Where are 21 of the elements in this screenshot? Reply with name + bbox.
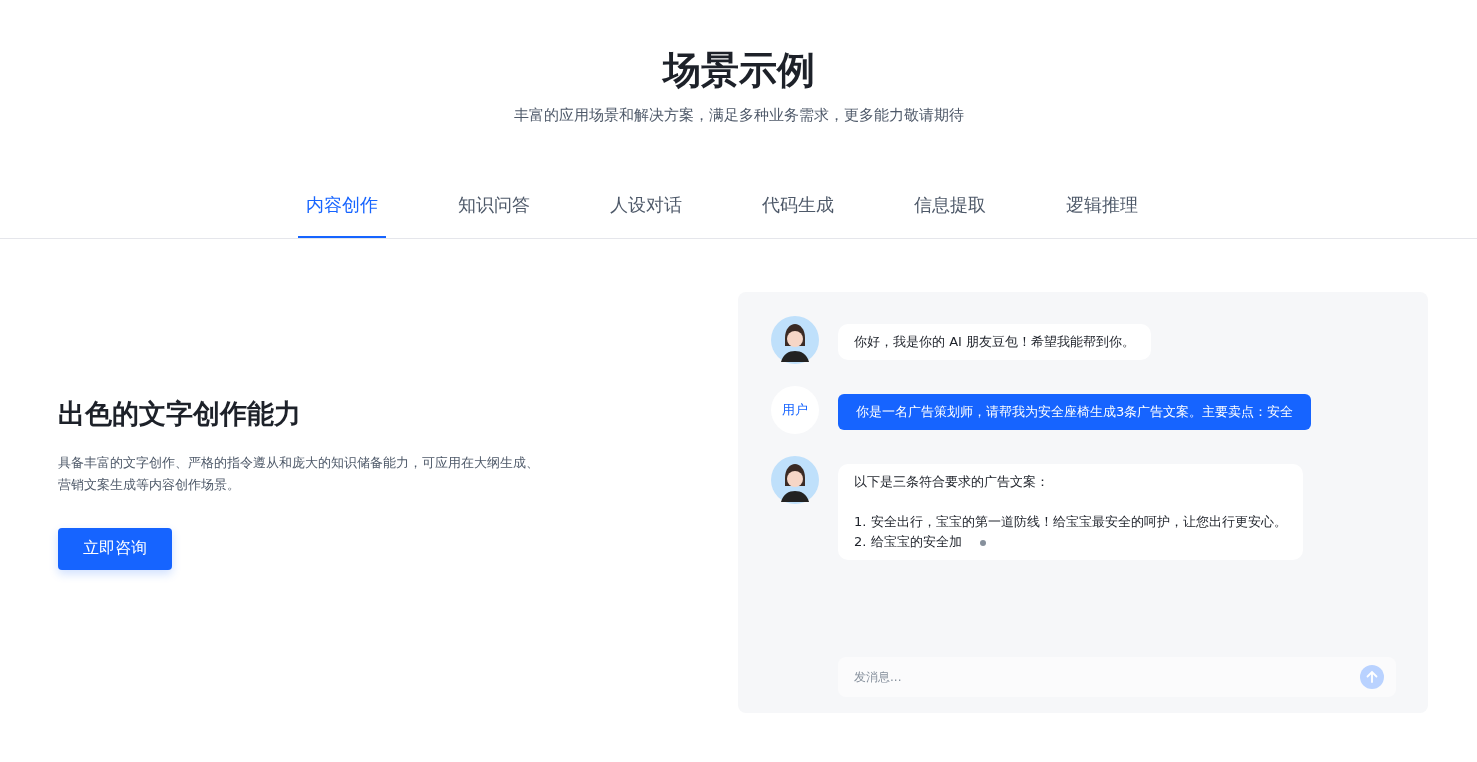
- scenario-tab[interactable]: 知识问答: [417, 173, 570, 238]
- section-subtitle: 丰富的应用场景和解决方案，满足多种业务需求，更多能力敬请期待: [513, 106, 964, 125]
- message-text: 1. 安全出行，宝宝的第一道防线！给宝宝最安全的呵护，让您出行更安心。: [854, 513, 1287, 531]
- feature-heading: 出色的文字创作能力: [58, 396, 302, 431]
- scenario-tab[interactable]: 代码生成: [721, 173, 874, 238]
- scenario-tab[interactable]: 信息提取: [873, 173, 1026, 238]
- message-text: 2. 给宝宝的安全加: [854, 532, 1287, 552]
- avatar-icon: [771, 316, 819, 364]
- section-title: 场景示例: [662, 47, 815, 94]
- scenario-tab[interactable]: 逻辑推理: [1025, 173, 1178, 238]
- user-avatar: 用户: [771, 386, 819, 434]
- message-text: 你好，我是你的 AI 朋友豆包！希望我能帮到你。: [854, 333, 1135, 351]
- arrow-up-icon: [1365, 670, 1379, 684]
- scenario-tab[interactable]: 内容创作: [265, 173, 418, 238]
- scenario-tab[interactable]: 人设对话: [569, 173, 722, 238]
- user-message-bubble: 你是一名广告策划师，请帮我为安全座椅生成3条广告文案。主要卖点：安全: [838, 394, 1312, 430]
- message-input-field[interactable]: 发消息...: [838, 657, 1396, 697]
- feature-description: 具备丰富的文字创作、严格的指令遵从和庞大的知识储备能力，可应用在大纲生成、营销文案生成等内容创作场景。: [58, 453, 540, 494]
- message-text: 以下是三条符合要求的广告文案：: [854, 473, 1050, 491]
- consult-button[interactable]: 立即咨询: [58, 527, 172, 570]
- avatar-icon: [771, 456, 819, 504]
